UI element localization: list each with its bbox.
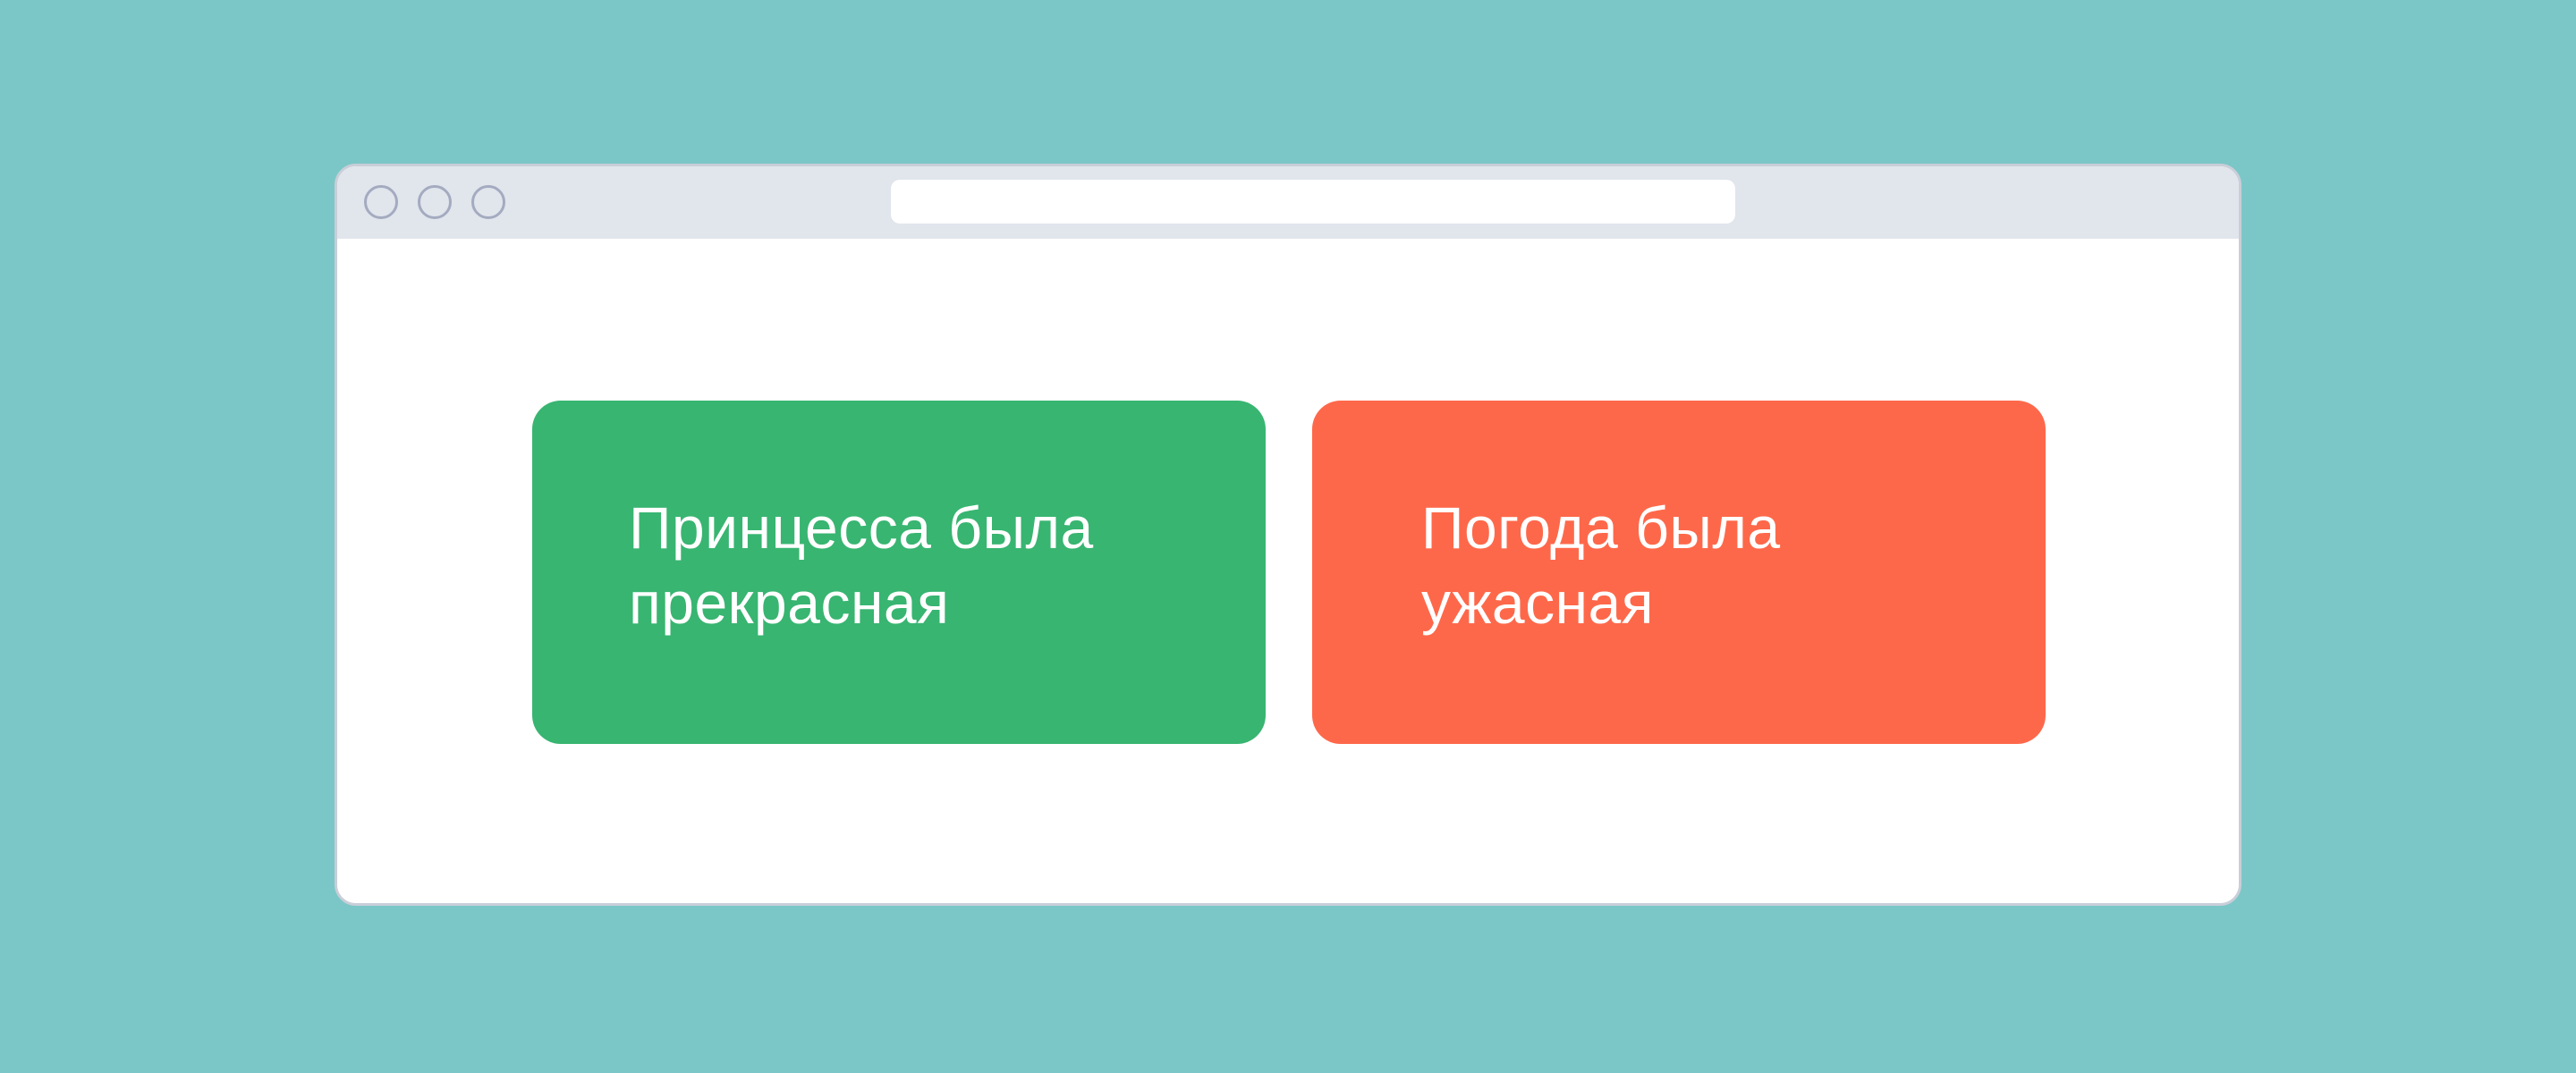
incorrect-example-card: Погода была ужасная [1312,401,2046,744]
address-bar[interactable] [891,180,1735,224]
browser-title-bar [337,166,2239,239]
window-control-3-icon[interactable] [471,185,505,219]
window-control-2-icon[interactable] [418,185,452,219]
correct-example-text: Принцесса была прекрасная [629,494,1094,636]
incorrect-example-text: Погода была ужасная [1421,494,1781,636]
window-control-1-icon[interactable] [364,185,398,219]
browser-window: Принцесса была прекрасная Погода была уж… [335,164,2241,906]
correct-example-card: Принцесса была прекрасная [532,401,1266,744]
background: Принцесса была прекрасная Погода была уж… [0,0,2576,1073]
page-content: Принцесса была прекрасная Погода была уж… [337,239,2239,903]
